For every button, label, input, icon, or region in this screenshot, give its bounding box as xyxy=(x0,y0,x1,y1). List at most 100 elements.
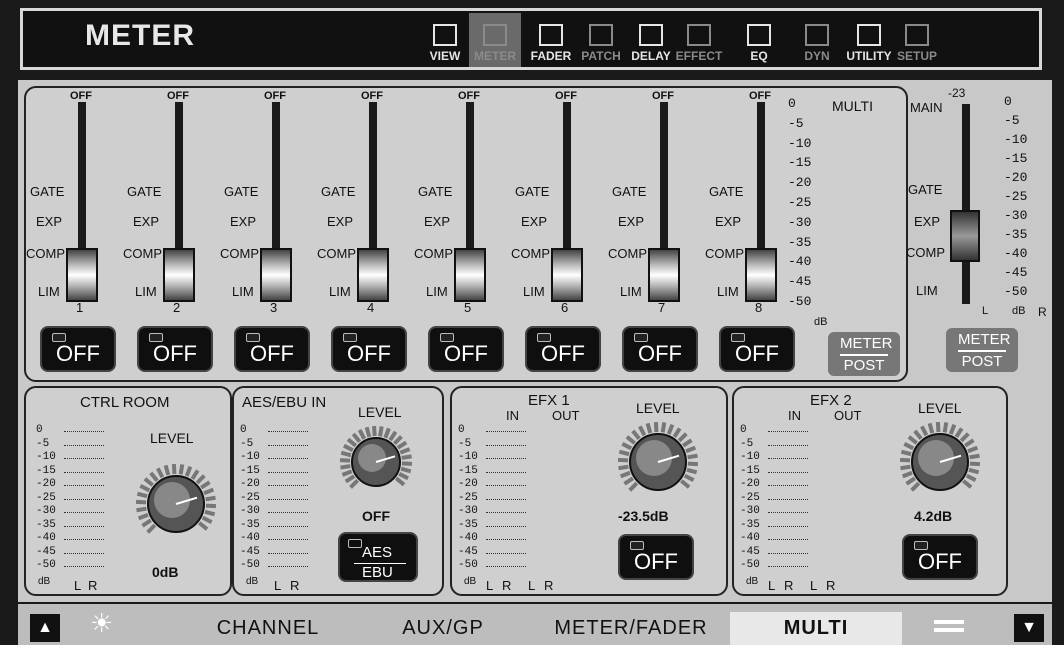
efx1-off-button[interactable]: OFF xyxy=(618,534,694,580)
small-scale-line xyxy=(268,444,308,447)
channel-gate-label: GATE xyxy=(418,184,453,199)
channel-off-label: OFF xyxy=(56,341,100,366)
aes-ebu-panel: AES/EBU IN LEVEL OFF AES EBU 0 -5 -10 -15 -2… xyxy=(232,386,444,596)
channel-off-label: OFF xyxy=(250,341,294,366)
menu-icon[interactable] xyxy=(934,620,964,636)
channel-fader-knob[interactable] xyxy=(260,248,292,302)
aes-ebu-button[interactable]: AES EBU xyxy=(338,532,418,582)
main-meter-post-button[interactable]: METER POST xyxy=(946,328,1018,372)
small-scale-line xyxy=(768,485,808,487)
channel-off-button[interactable]: OFF xyxy=(40,326,116,372)
main-scale-tick: -35 xyxy=(1004,227,1028,242)
small-scale-line xyxy=(268,566,308,568)
channel-off-label: OFF xyxy=(541,341,585,366)
efx2-in-label: IN xyxy=(788,408,801,423)
efx2-led xyxy=(914,541,928,550)
scroll-up-button[interactable]: ▲ xyxy=(30,614,60,642)
aes-level-knob[interactable] xyxy=(338,424,414,500)
nav-dyn[interactable]: DYN xyxy=(791,13,843,67)
channel-comp-label: COMP xyxy=(123,246,162,261)
main-unit-label: dB xyxy=(1012,305,1026,317)
channel-fader-knob[interactable] xyxy=(163,248,195,302)
efx1-l1: L xyxy=(486,578,494,593)
small-scale-tick: -40 xyxy=(36,532,56,544)
channel-off-button[interactable]: OFF xyxy=(525,326,601,372)
efx2-level-label: LEVEL xyxy=(918,400,962,416)
channel-top-label: OFF xyxy=(167,90,189,102)
main-fader-track xyxy=(962,104,970,304)
nav-label-fader: FADER xyxy=(530,49,572,63)
channel-gate-label: GATE xyxy=(321,184,356,199)
channel-fader-knob[interactable] xyxy=(745,248,777,302)
channel-fader-knob[interactable] xyxy=(66,248,98,302)
ctrl-room-l: L xyxy=(74,578,82,593)
efx2-r1: R xyxy=(784,578,794,593)
efx2-off-button[interactable]: OFF xyxy=(902,534,978,580)
ctrl-room-value: 0dB xyxy=(152,564,179,580)
aes-led xyxy=(348,539,362,548)
multi-scale-tick: -50 xyxy=(788,294,812,309)
channel-exp-label: EXP xyxy=(327,214,354,229)
channel-lim-label: LIM xyxy=(232,284,254,299)
efx1-r1: R xyxy=(502,578,512,593)
multi-scale-tick: -45 xyxy=(788,274,812,290)
aes-l: L xyxy=(274,578,282,593)
nav-setup[interactable]: SETUP xyxy=(891,13,943,67)
small-scale-line xyxy=(486,525,526,528)
multi-meter-post-button[interactable]: METER POST xyxy=(828,332,900,376)
channel-comp-label: COMP xyxy=(608,246,647,261)
nav-meter[interactable]: METER xyxy=(469,13,521,67)
main-meter-post-bottom: POST xyxy=(961,353,1003,370)
channel-off-button[interactable]: OFF xyxy=(137,326,213,372)
channel-comp-label: COMP xyxy=(705,246,744,261)
channel-off-button[interactable]: OFF xyxy=(428,326,504,372)
scroll-down-button[interactable]: ▼ xyxy=(1014,614,1044,642)
main-comp-label: COMP xyxy=(906,245,945,260)
channel-lim-label: LIM xyxy=(38,284,60,299)
brightness-icon[interactable]: ☀ xyxy=(90,608,113,639)
multi-panel: MULTI OFF GATE EXP COMP LIM 1 OFF OFF GATE EXP COM… xyxy=(24,86,908,382)
small-scale-tick: -45 xyxy=(36,545,56,558)
small-scale-tick: -5 xyxy=(458,437,472,450)
bottom-tab-3[interactable]: MULTI xyxy=(730,612,902,645)
efx2-title: EFX 2 xyxy=(810,392,852,409)
bottom-tab-2[interactable]: METER/FADER xyxy=(536,612,726,645)
small-scale-line xyxy=(64,471,104,474)
nav-effect[interactable]: EFFECT xyxy=(673,13,725,67)
nav-delay[interactable]: DELAY xyxy=(625,13,677,67)
channel-off-label: OFF xyxy=(347,341,391,366)
channel-comp-label: COMP xyxy=(26,246,65,261)
channel-fader-knob[interactable] xyxy=(648,248,680,302)
bottom-tab-1[interactable]: AUX/GP xyxy=(358,612,528,645)
wrench-icon xyxy=(843,13,895,49)
efx2-level-knob[interactable] xyxy=(898,420,982,504)
channel-off-button[interactable]: OFF xyxy=(234,326,310,372)
main-fader-knob[interactable] xyxy=(950,210,980,262)
ctrl-room-title: CTRL ROOM xyxy=(80,394,170,411)
ctrl-room-panel: CTRL ROOM LEVEL 0dB 0 -5 -10 -15 -20 -25 -30 -3… xyxy=(24,386,232,596)
channel-off-button[interactable]: OFF xyxy=(719,326,795,372)
nav-label-view: VIEW xyxy=(429,49,461,63)
bottom-tab-0[interactable]: CHANNEL xyxy=(188,612,348,645)
channel-number: 2 xyxy=(173,300,181,315)
small-scale-tick: -30 xyxy=(36,505,56,517)
aes-level-label: LEVEL xyxy=(358,404,402,420)
nav-fader[interactable]: FADER xyxy=(525,13,577,67)
nav-utility[interactable]: UTILITY xyxy=(843,13,895,67)
ctrl-room-level-label: LEVEL xyxy=(150,430,194,446)
efx2-panel: EFX 2 IN OUT LEVEL 4.2dB OFF 0 -5 -10 -15 -2… xyxy=(732,386,1008,596)
efx1-level-knob[interactable] xyxy=(616,420,700,504)
channel-fader-knob[interactable] xyxy=(454,248,486,302)
nav-patch[interactable]: PATCH xyxy=(575,13,627,67)
nav-eq[interactable]: EQ xyxy=(733,13,785,67)
ctrl-room-level-knob[interactable] xyxy=(134,462,218,546)
small-scale-line xyxy=(268,485,308,487)
channel-fader-knob[interactable] xyxy=(357,248,389,302)
small-scale-line xyxy=(268,471,308,474)
channel-fader-knob[interactable] xyxy=(551,248,583,302)
nav-view[interactable]: VIEW xyxy=(419,13,471,67)
small-scale-tick: -25 xyxy=(458,491,478,504)
small-scale-tick: -10 xyxy=(740,451,760,463)
channel-off-button[interactable]: OFF xyxy=(622,326,698,372)
channel-off-button[interactable]: OFF xyxy=(331,326,407,372)
